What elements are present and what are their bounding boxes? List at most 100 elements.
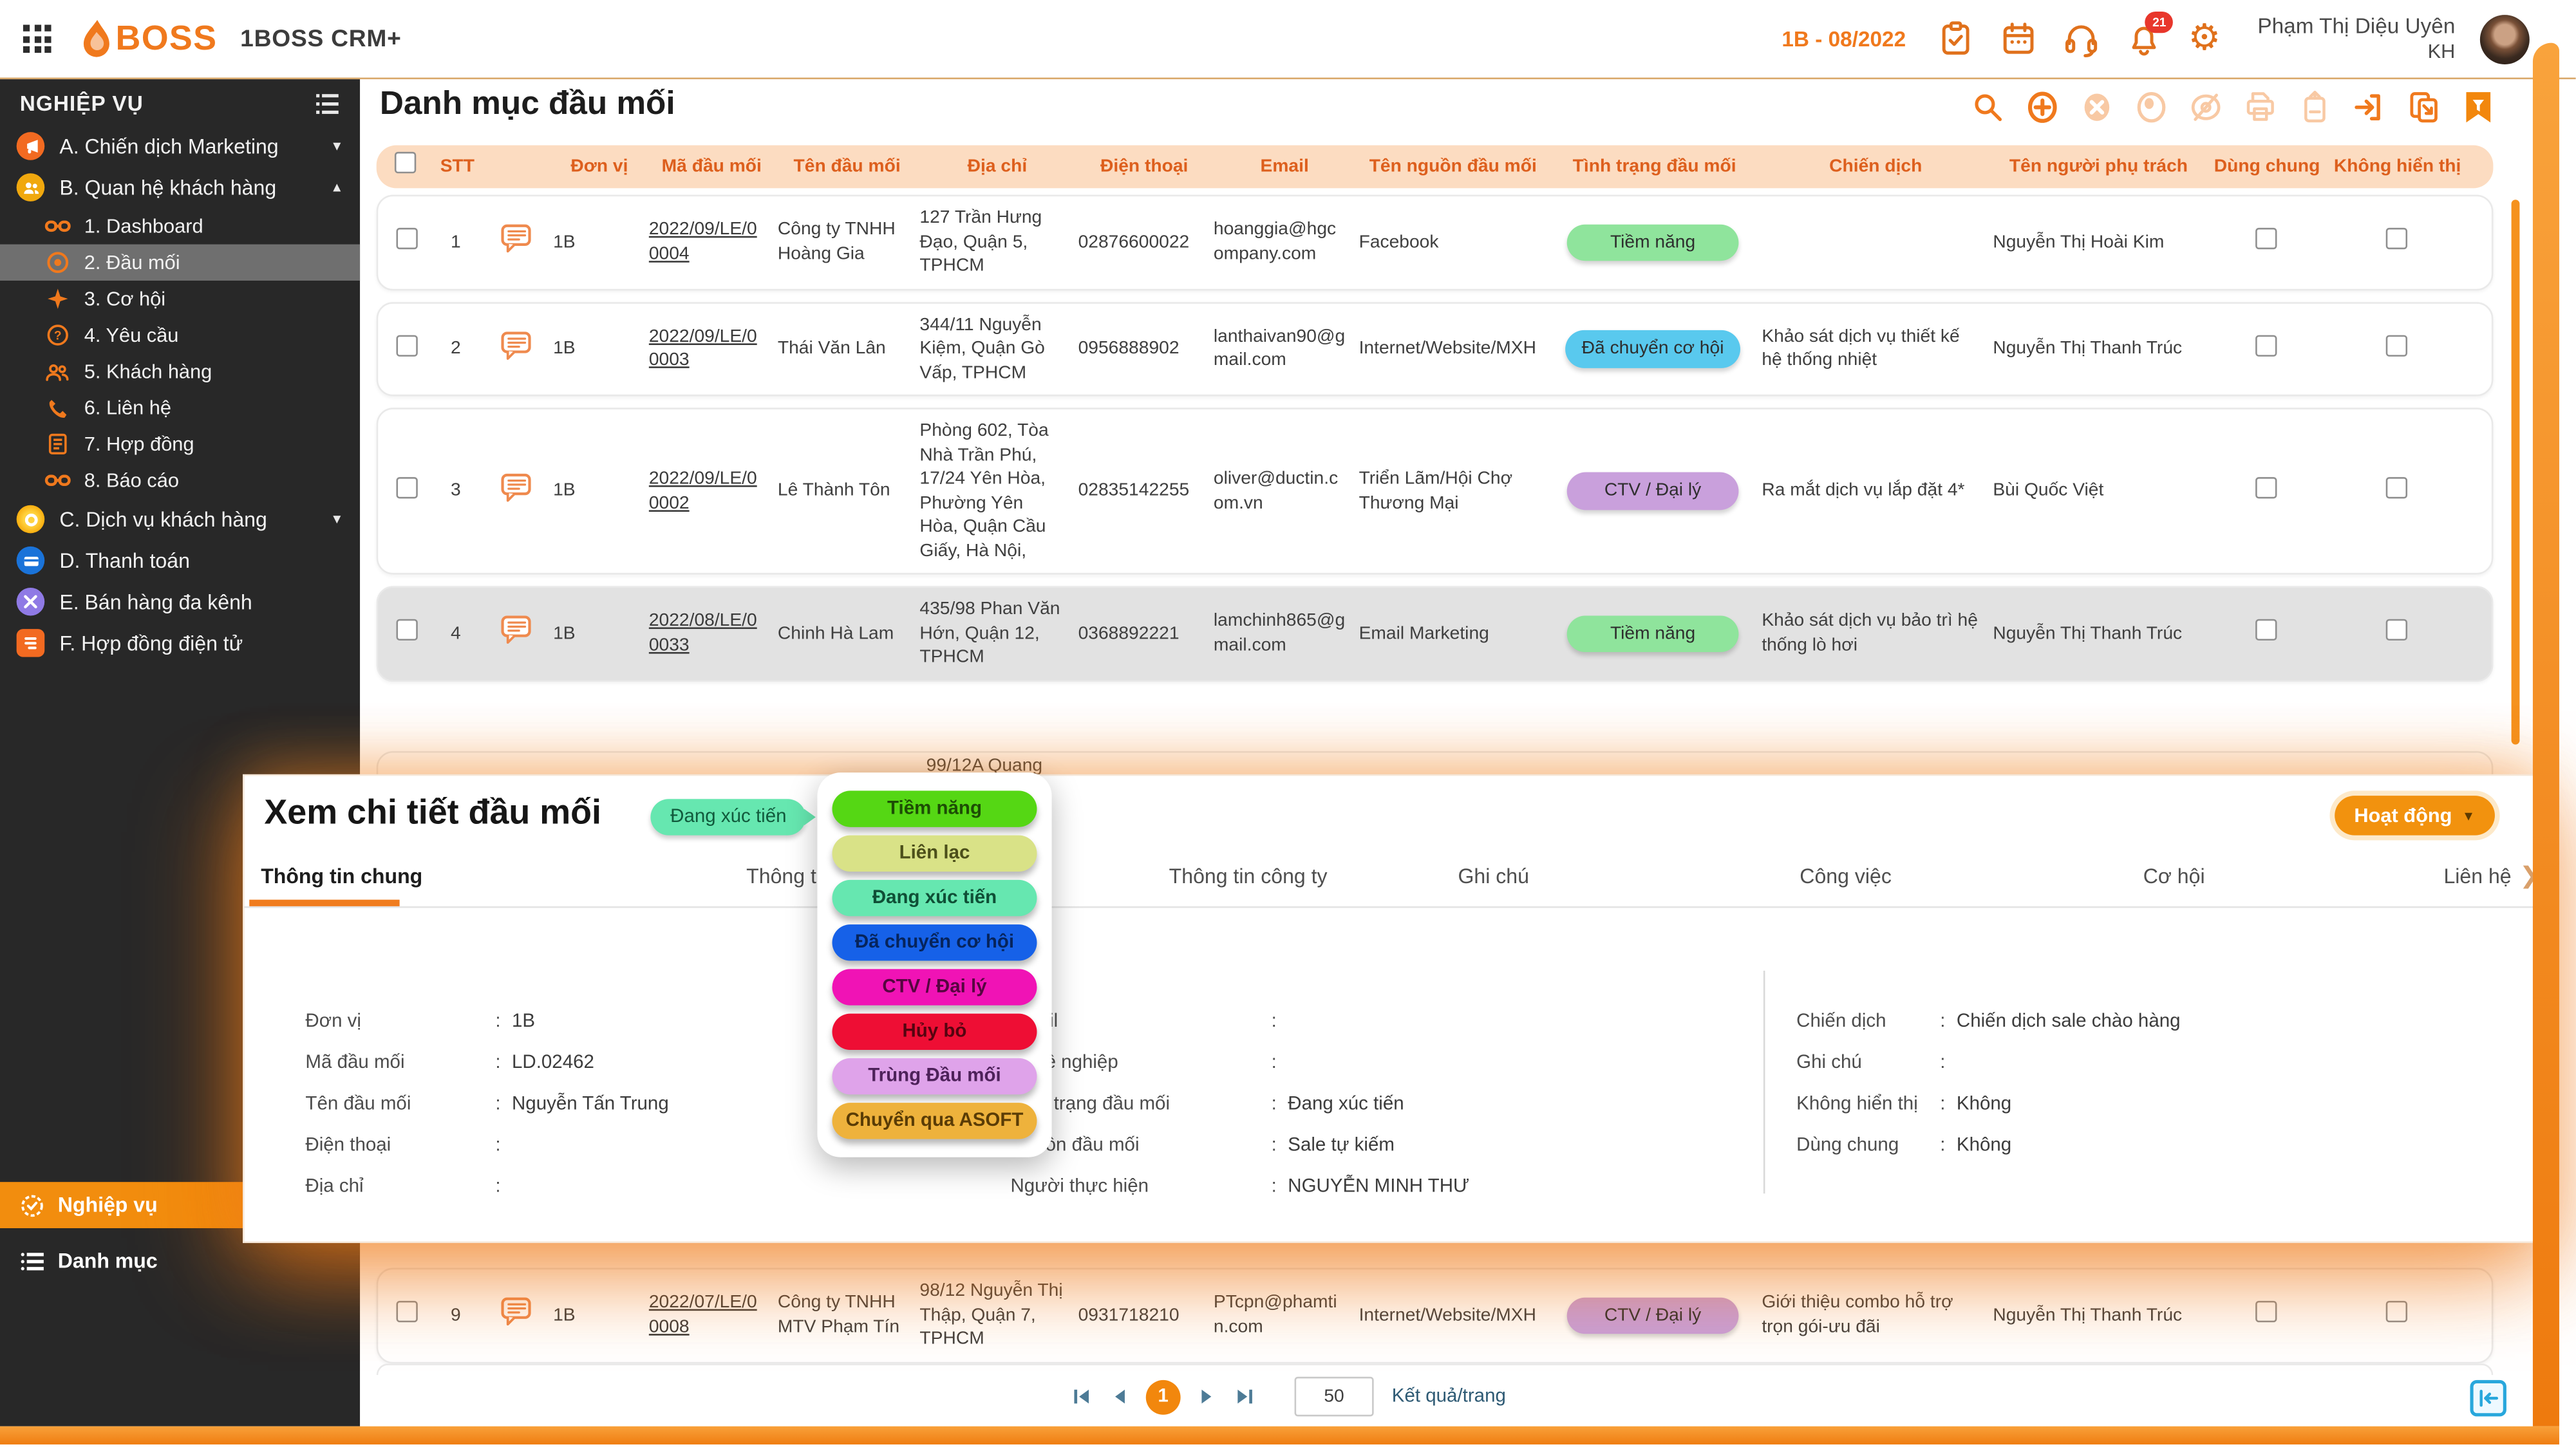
collapse-panel-icon[interactable] [2470,1380,2506,1416]
col-shared[interactable]: Dùng chung [2206,157,2328,177]
delete-icon[interactable] [2080,89,2116,125]
search-icon[interactable] [1970,89,2006,125]
copy-pages-icon[interactable] [2406,89,2442,125]
status-badge[interactable]: CTV / Đại lý [1567,472,1739,510]
status-badge[interactable]: CTV / Đại lý [1567,1296,1739,1334]
status-option[interactable]: Đang xúc tiến [832,880,1037,916]
sidebar-item-requests[interactable]: ? 4. Yêu cầu [0,317,360,353]
first-page-icon[interactable] [1070,1385,1093,1408]
table-row[interactable]: 1 1B 2022/09/LE/00004 Công ty TNHH Hoàng… [377,195,2494,290]
period-selector[interactable]: 1B - 08/2022 [1782,26,1906,51]
user-menu[interactable]: Phạm Thị Diệu Uyên KH [2257,13,2455,64]
col-unit[interactable]: Đơn vị [552,157,648,177]
hide-eye-slash-icon[interactable] [2188,89,2224,125]
add-icon[interactable] [2025,89,2061,125]
hidden-checkbox[interactable] [2385,334,2406,355]
row-checkbox[interactable] [395,334,417,355]
current-page[interactable]: 1 [1146,1379,1181,1414]
app-grid-icon[interactable] [23,24,52,53]
sidebar-item-reports[interactable]: 8. Báo cáo [0,462,360,498]
tab-opportunities[interactable]: Cơ hội [2143,865,2205,888]
shared-checkbox[interactable] [2255,619,2276,640]
export-icon[interactable] [2352,89,2388,125]
tab-notes[interactable]: Ghi chú [1458,865,1529,888]
lead-status-chip[interactable]: Đang xúc tiến [650,799,806,835]
status-badge[interactable]: Tiềm năng [1567,224,1739,261]
chat-bubble-icon[interactable] [487,615,554,653]
sidebar-item-customer-service[interactable]: C. Dịch vụ khách hàng ▼ [0,498,360,539]
status-badge[interactable]: Tiềm năng [1567,615,1739,653]
tab-general-info[interactable]: Thông tin chung [261,865,422,888]
col-stt[interactable]: STT [429,157,485,177]
table-scrollbar[interactable] [2512,200,2520,744]
sidebar-item-customers[interactable]: 5. Khách hàng [0,353,360,389]
col-email[interactable]: Email [1212,157,1357,177]
hidden-checkbox[interactable] [2385,228,2406,249]
sidebar-item-omnichannel[interactable]: E. Bán hàng đa kênh [0,581,360,622]
chat-bubble-icon[interactable] [487,1296,554,1334]
sidebar-item-leads[interactable]: 2. Đầu mối [0,245,360,281]
status-option[interactable]: Chuyển qua ASOFT [832,1103,1037,1139]
col-name[interactable]: Tên đầu mối [776,157,918,177]
tasks-icon[interactable] [1937,20,1975,58]
row-code-link[interactable]: 2022/08/LE/00033 [649,610,778,657]
table-row[interactable]: 2 1B 2022/09/LE/00003 Thái Văn Lân 344/1… [377,301,2494,397]
col-hidden[interactable]: Không hiển thị [2328,157,2467,177]
activity-button[interactable]: Hoạt động▼ [2335,796,2495,836]
hidden-checkbox[interactable] [2385,477,2406,498]
footer-tab-catalog[interactable]: Danh mục [0,1242,380,1282]
col-campaign[interactable]: Chiến dịch [1760,157,1991,177]
shared-checkbox[interactable] [2255,477,2276,498]
chat-bubble-icon[interactable] [487,330,554,368]
prev-page-icon[interactable] [1108,1385,1131,1408]
next-page-icon[interactable] [1196,1385,1219,1408]
select-all-checkbox[interactable] [394,152,415,173]
print-icon[interactable] [2243,89,2279,125]
sidebar-item-payments[interactable]: D. Thanh toán [0,540,360,581]
col-phone[interactable]: Điện thoại [1076,157,1212,177]
sidebar-item-customer-relations[interactable]: B. Quan hệ khách hàng ▲ [0,167,360,208]
page-size-input[interactable] [1294,1377,1373,1417]
shared-checkbox[interactable] [2255,1301,2276,1322]
last-page-icon[interactable] [1234,1385,1257,1408]
status-option[interactable]: Liên lạc [832,836,1037,872]
row-code-link[interactable]: 2022/07/LE/00008 [649,1291,778,1339]
sidebar-item-econtracts[interactable]: F. Hợp đồng điện tử [0,622,360,664]
col-source[interactable]: Tên nguồn đầu mối [1357,157,1548,177]
settings-gear-icon[interactable]: ⚙ [2188,20,2226,58]
tab-contacts[interactable]: Liên hệ [2443,865,2511,888]
row-code-link[interactable]: 2022/09/LE/00003 [649,325,778,373]
sidebar-item-marketing[interactable]: A. Chiến dịch Marketing ▼ [0,126,360,167]
row-code-link[interactable]: 2022/09/LE/00004 [649,218,778,266]
col-person[interactable]: Tên người phụ trách [1991,157,2206,177]
sidebar-item-contracts[interactable]: 7. Hợp đồng [0,426,360,462]
sidebar-item-dashboard[interactable]: 1. Dashboard [0,208,360,244]
notifications-bell[interactable]: 21 [2125,20,2163,58]
status-option[interactable]: Đã chuyển cơ hội [832,924,1037,960]
chat-bubble-icon[interactable] [487,223,554,261]
shared-checkbox[interactable] [2255,228,2276,249]
avatar[interactable] [2480,14,2530,64]
col-status[interactable]: Tình trạng đầu mối [1549,157,1760,177]
row-checkbox[interactable] [395,619,417,640]
brand-logo[interactable]: BOSS [78,17,218,61]
table-row[interactable]: 3 1B 2022/09/LE/00002 Lê Thành Tôn Phòng… [377,408,2494,575]
row-code-link[interactable]: 2022/09/LE/00002 [649,467,778,515]
row-checkbox[interactable] [395,228,417,249]
headset-icon[interactable] [2063,20,2101,58]
view-icon[interactable] [2134,89,2170,125]
shared-checkbox[interactable] [2255,334,2276,355]
footer-tab-business[interactable]: Nghiệp vụ [0,1182,284,1228]
tab-company-info[interactable]: Thông tin công ty [1169,865,1328,888]
sidebar-item-opportunities[interactable]: 3. Cơ hội [0,281,360,317]
status-option[interactable]: Tiềm năng [832,790,1037,827]
col-address[interactable]: Địa chỉ [918,157,1076,177]
status-option[interactable]: Trùng Đầu mối [832,1058,1037,1094]
status-option[interactable]: CTV / Đại lý [832,969,1037,1005]
status-badge[interactable]: Đã chuyển cơ hội [1565,330,1740,368]
row-checkbox[interactable] [395,1301,417,1322]
import-file-icon[interactable] [2297,89,2333,125]
list-toggle-icon[interactable] [314,91,340,115]
row-checkbox[interactable] [395,477,417,498]
chat-bubble-icon[interactable] [487,472,554,510]
